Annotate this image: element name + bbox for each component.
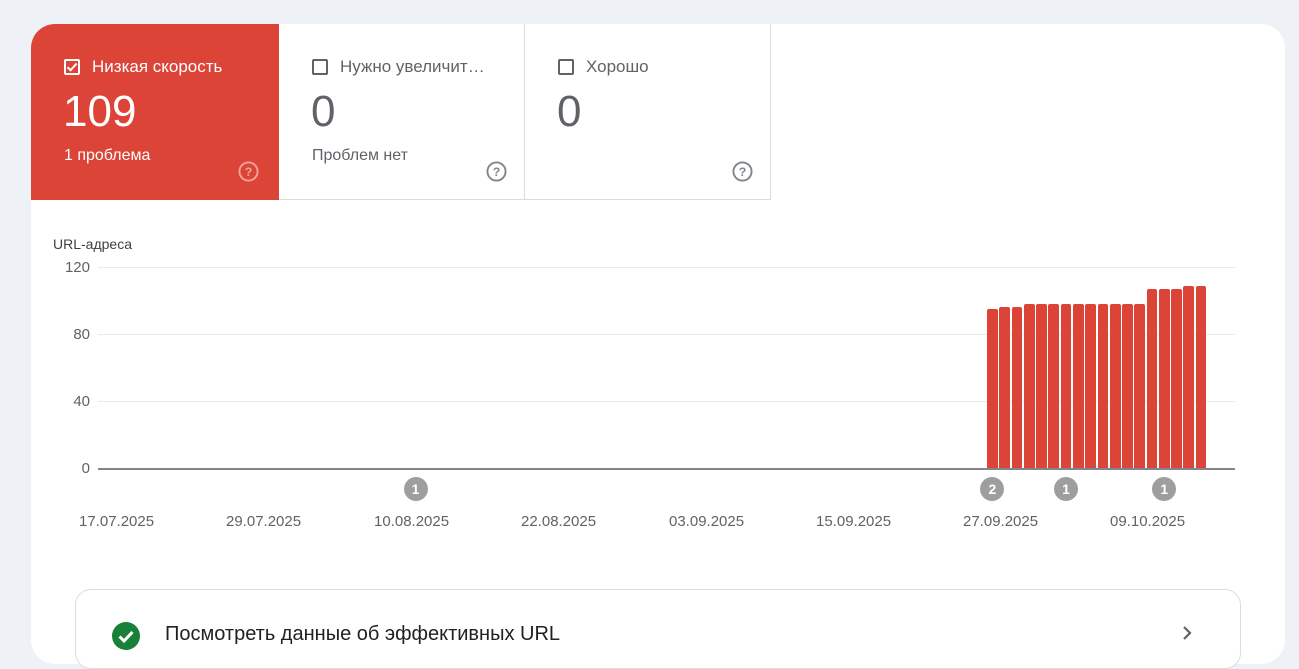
tile-count: 0 — [311, 87, 336, 136]
bar[interactable] — [1171, 288, 1182, 469]
good-urls-link-card[interactable]: Посмотреть данные об эффективных URL — [75, 589, 1241, 669]
tile-subtitle: 1 проблема — [64, 147, 151, 164]
svg-text:?: ? — [493, 165, 501, 179]
tile-label: Хорошо — [586, 57, 649, 76]
bar[interactable] — [1146, 288, 1158, 469]
bar[interactable] — [999, 307, 1011, 469]
help-icon[interactable]: ? — [238, 161, 259, 182]
status-tiles: Низкая скорость 109 1 проблема ? Нужно у… — [31, 24, 771, 201]
gridline — [98, 267, 1235, 268]
tile-count: 0 — [557, 87, 582, 136]
tile-slow[interactable]: Низкая скорость 109 1 проблема ? — [31, 24, 279, 200]
checkbox-unchecked-icon[interactable] — [558, 59, 574, 75]
x-tick-label: 29.07.2025 — [226, 513, 302, 530]
bar[interactable] — [1023, 304, 1035, 469]
good-urls-link-text: Посмотреть данные об эффективных URL — [165, 623, 561, 645]
y-tick-label: 80 — [73, 326, 90, 343]
x-tick-label: 22.08.2025 — [521, 513, 597, 530]
bar[interactable] — [1011, 307, 1023, 469]
y-tick-label: 120 — [64, 259, 90, 276]
checkbox-unchecked-icon[interactable] — [312, 59, 328, 75]
bar[interactable] — [1183, 285, 1195, 469]
tile-needs-improvement[interactable]: Нужно увеличит… 0 Проблем нет ? — [279, 24, 525, 200]
x-axis-line — [98, 468, 1235, 470]
bar[interactable] — [1036, 304, 1047, 469]
y-tick-label: 0 — [81, 460, 90, 477]
bar[interactable] — [1060, 304, 1072, 469]
tile-good[interactable]: Хорошо 0 ? — [525, 24, 771, 200]
x-tick-label: 09.10.2025 — [1110, 513, 1186, 530]
bar[interactable] — [987, 309, 998, 469]
svg-text:?: ? — [245, 165, 253, 179]
tile-count: 109 — [63, 87, 137, 136]
svg-text:?: ? — [739, 165, 747, 179]
x-tick-label: 10.08.2025 — [374, 513, 450, 530]
x-tick-label: 17.07.2025 — [79, 513, 155, 530]
x-tick-label: 27.09.2025 — [963, 513, 1039, 530]
x-tick-label: 03.09.2025 — [669, 513, 745, 530]
help-icon[interactable]: ? — [732, 161, 753, 182]
annotation-marker[interactable]: 1 — [403, 477, 428, 501]
tile-label: Нужно увеличит… — [340, 57, 485, 76]
help-icon[interactable]: ? — [486, 161, 507, 182]
bar[interactable] — [1073, 304, 1084, 469]
checkbox-checked-icon[interactable] — [64, 59, 80, 75]
bar[interactable] — [1048, 304, 1060, 469]
bar[interactable] — [1122, 304, 1133, 469]
chevron-right-icon — [1183, 626, 1192, 640]
bar[interactable] — [1134, 304, 1146, 469]
check-circle-icon — [112, 622, 140, 650]
bar[interactable] — [1195, 285, 1207, 469]
report-card: Низкая скорость 109 1 проблема ? Нужно у… — [31, 24, 1285, 664]
y-tick-label: 40 — [73, 393, 90, 410]
y-axis-title: URL-адреса — [53, 236, 132, 252]
annotation-marker[interactable]: 1 — [1054, 477, 1079, 501]
x-tick-label: 15.09.2025 — [816, 513, 892, 530]
bar[interactable] — [1109, 304, 1121, 469]
bar[interactable] — [1097, 304, 1109, 469]
tile-subtitle: Проблем нет — [312, 147, 408, 164]
tile-label: Низкая скорость — [92, 57, 223, 76]
bar[interactable] — [1085, 304, 1096, 469]
bar[interactable] — [1158, 288, 1170, 469]
